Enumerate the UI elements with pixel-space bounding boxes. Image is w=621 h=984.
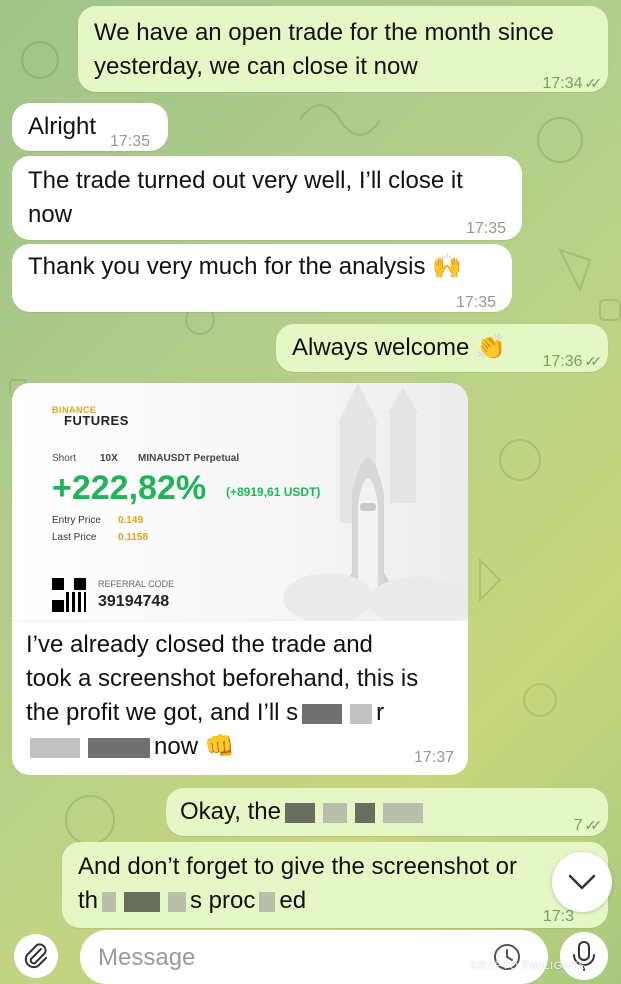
message-placeholder: Message: [98, 944, 196, 971]
message-bubble-outgoing[interactable]: We have an open trade for the month sinc…: [78, 6, 608, 92]
message-time: 17:35: [110, 133, 151, 150]
qr-code-icon: [52, 578, 86, 612]
entry-price-label: Entry Price: [52, 515, 101, 526]
caption-line: the profit we got, and I’ll s r: [26, 696, 456, 730]
caption-line: I’ve already closed the trade and: [26, 631, 373, 658]
pnl-percent: +222,82%: [52, 469, 207, 507]
trade-pair: MINAUSDT Perpetual: [138, 453, 240, 464]
message-bubble-incoming[interactable]: Thank you very much for the analysis 🙌 1…: [12, 244, 512, 312]
read-checkmark-icon: ✓✓: [584, 353, 603, 369]
censored-block: [322, 802, 347, 823]
read-checkmark-icon: ✓✓: [584, 817, 603, 833]
message-line: Thank you very much for the analysis 🙌: [28, 250, 462, 284]
message-text: Okay, the: [180, 798, 281, 825]
message-time: 17:36 ✓✓: [542, 353, 603, 370]
message-time: 17:35: [455, 294, 496, 311]
message-line: Always welcome 👏: [292, 331, 506, 365]
message-time: 17:34 ✓✓: [542, 75, 603, 92]
message-line: Okay, the: [180, 795, 427, 829]
message-input-bar: Message: [0, 920, 621, 984]
last-price-value: 0.1158: [118, 532, 149, 543]
voice-record-button[interactable]: [560, 932, 608, 980]
censored-block: [302, 703, 343, 724]
attach-button[interactable]: [14, 934, 58, 978]
caption-text: r: [376, 699, 385, 726]
message-bubble-outgoing[interactable]: And don’t forget to give the screenshot …: [62, 842, 608, 928]
censored-block: [284, 802, 315, 823]
message-time: 17:35: [465, 220, 506, 237]
censored-block: [30, 737, 80, 758]
rocket-illustration-icon: [283, 383, 468, 620]
message-text: The trade turned out very well, I’ll clo…: [28, 167, 463, 194]
trade-leverage: 10X: [100, 453, 118, 464]
message-input[interactable]: Message: [80, 930, 548, 984]
message-text: th: [78, 887, 99, 914]
read-checkmark-icon: ✓✓: [584, 75, 603, 91]
trade-side: Short: [52, 453, 76, 464]
caption-line: now 👊: [26, 730, 456, 764]
message-line: th s proc ed: [78, 884, 306, 918]
message-time: 7 ✓✓: [573, 817, 603, 834]
message-text: s proc: [190, 887, 256, 914]
message-bubble-outgoing[interactable]: Always welcome 👏 17:36 ✓✓: [276, 324, 608, 372]
message-text: And don’t forget to give the screenshot …: [78, 853, 517, 880]
pnl-screenshot-image[interactable]: BINANCE FUTURES Short 10X MINAUSDT Perpe…: [12, 383, 468, 621]
message-photo-card[interactable]: BINANCE FUTURES Short 10X MINAUSDT Perpe…: [12, 383, 468, 775]
fist-emoji: 👊: [204, 733, 235, 760]
caption-text: now: [154, 733, 199, 760]
clapping-hands-emoji: 👏: [476, 334, 506, 361]
raising-hands-emoji: 🙌: [432, 253, 463, 280]
censored-block: [168, 891, 187, 912]
caption-text: the profit we got, and I’ll s: [26, 699, 299, 726]
entry-price-value: 0.149: [118, 515, 144, 526]
photo-caption: I’ve already closed the trade and took a…: [26, 628, 456, 764]
message-text: ed: [279, 887, 307, 914]
message-bubble-incoming[interactable]: The trade turned out very well, I’ll clo…: [12, 156, 522, 240]
message-text: Always welcome: [292, 334, 470, 361]
censored-block: [354, 802, 375, 823]
message-text: now: [28, 201, 73, 228]
message-time: 17:37: [413, 749, 454, 766]
watermark: CRYPTO TWILIGHTS: [470, 960, 587, 972]
censored-block: [102, 891, 117, 912]
censored-block: [350, 703, 373, 724]
message-text: We have an open trade for the month sinc…: [94, 19, 554, 46]
chevron-down-icon: [568, 874, 596, 890]
censored-block: [259, 891, 276, 912]
censored-block: [88, 737, 150, 758]
last-price-label: Last Price: [52, 532, 97, 543]
message-text: yesterday, we can close it now: [94, 53, 418, 80]
censored-block: [124, 891, 161, 912]
scroll-down-button[interactable]: [552, 852, 612, 912]
futures-brand: FUTURES: [64, 413, 129, 428]
message-text: Alright: [28, 113, 97, 140]
caption-line: took a screenshot beforehand, this is: [26, 665, 419, 692]
message-bubble-outgoing[interactable]: Okay, the 7 ✓✓: [166, 788, 608, 836]
censored-block: [382, 802, 423, 823]
message-text: Thank you very much for the analysis: [28, 253, 426, 280]
message-bubble-incoming[interactable]: Alright 17:35: [12, 103, 168, 151]
referral-code: 39194748: [98, 593, 170, 610]
referral-label: REFERRAL CODE: [98, 579, 175, 589]
paperclip-icon: [24, 943, 47, 969]
